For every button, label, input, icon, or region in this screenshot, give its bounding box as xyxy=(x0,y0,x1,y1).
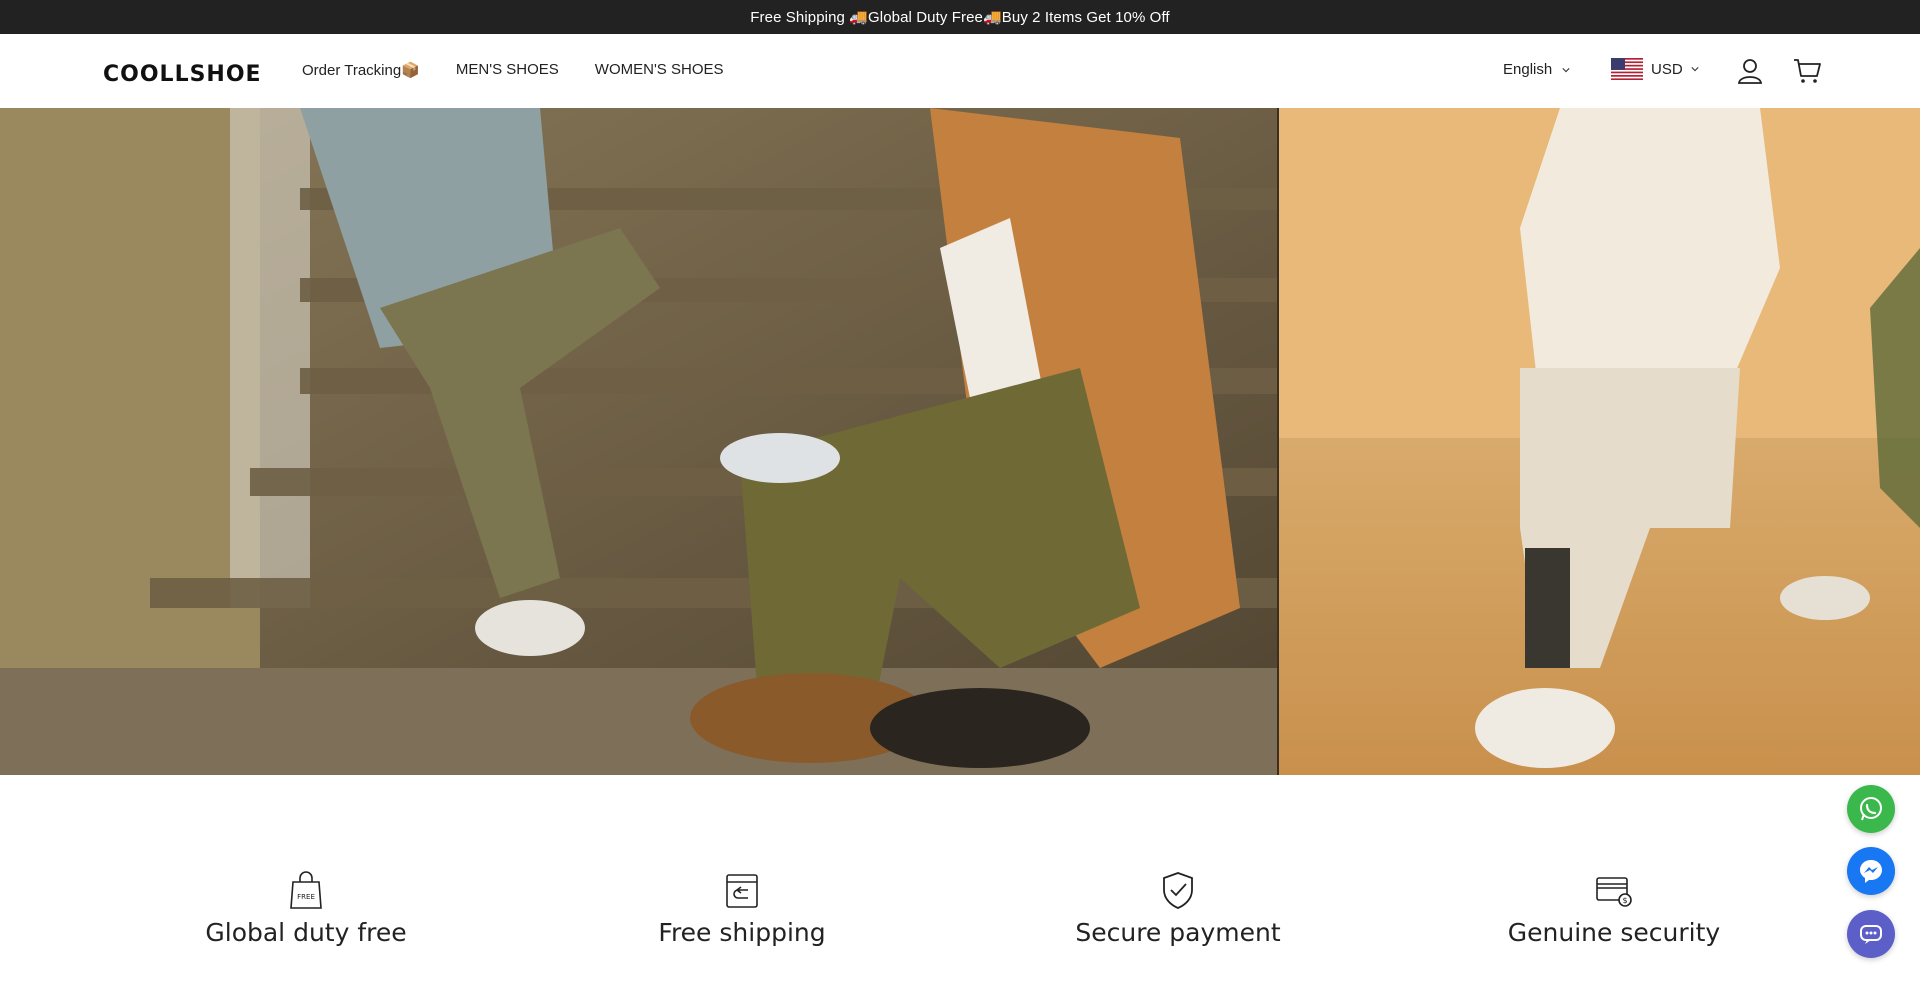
card-dollar-icon: $ xyxy=(1596,877,1632,907)
whatsapp-icon xyxy=(1860,797,1882,821)
chat-icon xyxy=(1860,925,1882,944)
hero-image xyxy=(0,108,1920,775)
messenger-icon xyxy=(1860,860,1882,883)
hero-banner[interactable] xyxy=(0,108,1920,775)
shield-check-icon xyxy=(1163,872,1193,909)
feature-global-duty-free: FREE Global duty free xyxy=(156,870,456,947)
feature-title: Global duty free xyxy=(205,918,407,947)
nav-order-tracking[interactable]: Order Tracking📦 xyxy=(302,61,420,79)
whatsapp-button[interactable] xyxy=(1847,785,1895,833)
feature-title: Genuine security xyxy=(1507,918,1721,947)
user-icon[interactable] xyxy=(1735,56,1765,86)
site-header: COOLLSHOE Order Tracking📦 MEN'S SHOES WO… xyxy=(0,34,1920,108)
feature-genuine-security: $ Genuine security xyxy=(1464,870,1764,947)
logo[interactable]: COOLLSHOE xyxy=(103,62,262,87)
feature-title: Secure payment xyxy=(1075,918,1281,947)
feature-free-shipping: Free shipping xyxy=(592,870,892,947)
cart-icon[interactable] xyxy=(1792,56,1822,86)
announcement-bar: Free Shipping 🚚Global Duty Free🚚Buy 2 It… xyxy=(0,0,1920,34)
announcement-text: Free Shipping 🚚Global Duty Free🚚Buy 2 It… xyxy=(750,9,1170,26)
chevron-down-icon xyxy=(1691,67,1699,72)
chevron-down-icon xyxy=(1562,67,1570,72)
features-row: FREE Global duty free Free shipping Secu… xyxy=(0,870,1920,993)
header-actions: English USD xyxy=(1480,34,1920,108)
currency-label: USD xyxy=(1651,60,1683,78)
feature-secure-payment: Secure payment xyxy=(1028,870,1328,947)
language-label: English xyxy=(1503,61,1553,78)
currency-selector[interactable]: USD xyxy=(1611,58,1699,80)
nav-womens-shoes[interactable]: WOMEN'S SHOES xyxy=(595,61,724,79)
free-bag-icon: FREE xyxy=(290,871,322,909)
svg-text:$: $ xyxy=(1622,896,1627,905)
nav-mens-shoes[interactable]: MEN'S SHOES xyxy=(456,61,559,79)
chat-button[interactable] xyxy=(1847,910,1895,958)
us-flag-icon xyxy=(1611,58,1643,80)
svg-text:FREE: FREE xyxy=(297,893,315,901)
messenger-button[interactable] xyxy=(1847,847,1895,895)
shipping-box-icon xyxy=(726,874,758,908)
main-nav: Order Tracking📦 MEN'S SHOES WOMEN'S SHOE… xyxy=(302,61,760,79)
feature-title: Free shipping xyxy=(658,918,826,947)
language-selector[interactable]: English xyxy=(1503,61,1570,78)
